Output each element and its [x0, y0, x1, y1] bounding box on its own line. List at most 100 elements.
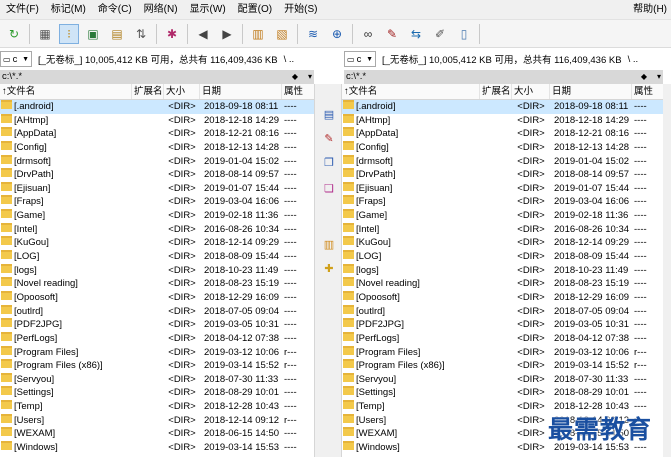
multi-rename-icon[interactable]: ✎	[382, 24, 402, 44]
folder-sync-icon[interactable]: ⇅	[131, 24, 151, 44]
ftp-icon[interactable]: ≋	[303, 24, 323, 44]
file-row[interactable]: [.android] <DIR> 2018-09-18 08:11 ----	[0, 100, 314, 114]
unpack-icon[interactable]: ✱	[162, 24, 182, 44]
menu-item-0[interactable]: 文件(F)	[0, 0, 45, 20]
sync-dirs-icon[interactable]: ⇆	[406, 24, 426, 44]
file-row[interactable]: [AppData] <DIR> 2018-12-21 08:16 ----	[0, 127, 314, 141]
file-row[interactable]: [Program Files (x86)] <DIR> 2019-03-14 15:…	[342, 359, 663, 373]
forward-arrow-icon[interactable]: ▶	[217, 24, 237, 44]
thumbnail-view-icon[interactable]: ▣	[83, 24, 103, 44]
file-row[interactable]: [PerfLogs] <DIR> 2018-04-12 07:38 ----	[342, 331, 663, 346]
file-row[interactable]: [drmsoft] <DIR> 2019-01-04 15:02 ----	[342, 154, 663, 169]
menu-item-5[interactable]: 配置(O)	[232, 0, 278, 20]
unpack-archive-icon[interactable]: ▧	[272, 24, 292, 44]
file-row[interactable]: [AHtmp] <DIR> 2018-12-18 14:29 ----	[342, 113, 663, 128]
menu-item-6[interactable]: 开始(S)	[278, 0, 323, 20]
file-row[interactable]: [KuGou] <DIR> 2018-12-14 09:29 ----	[342, 236, 663, 250]
col-size[interactable]: 大小	[164, 84, 200, 99]
move-icon[interactable]: ❏	[321, 180, 337, 196]
file-row[interactable]: [Intel] <DIR> 2016-08-26 10:34 ----	[0, 222, 314, 237]
file-row[interactable]: [LOG] <DIR> 2018-08-09 15:44 ----	[0, 250, 314, 264]
notepad-icon[interactable]: ▯	[454, 24, 474, 44]
file-row[interactable]: [.android] <DIR> 2018-09-18 08:11 ----	[342, 100, 663, 114]
right-path-bar[interactable]: c:\*.* ◆ ▾	[344, 70, 663, 84]
file-row[interactable]: [Program Files] <DIR> 2019-03-12 10:06 r---	[0, 345, 314, 360]
pack-icon[interactable]: ▥	[321, 236, 337, 252]
folder-compare-icon[interactable]: ▤	[107, 24, 127, 44]
chevron-down-icon[interactable]: ▾	[308, 70, 312, 84]
menu-item-3[interactable]: 网络(N)	[138, 0, 184, 20]
right-file-panel[interactable]: ↑文件名 扩展名 大小 日期 属性 [.android] <DIR> 2018-09…	[342, 84, 663, 457]
file-row[interactable]: [Fraps] <DIR> 2019-03-04 16:06 ----	[342, 195, 663, 209]
file-row[interactable]: [Fraps] <DIR> 2019-03-04 16:06 ----	[0, 195, 314, 209]
col-name[interactable]: ↑文件名	[342, 84, 480, 99]
file-row[interactable]: [Config] <DIR> 2018-12-13 14:28 ----	[342, 140, 663, 155]
file-row[interactable]: [Game] <DIR> 2019-02-18 11:36 ----	[342, 209, 663, 223]
file-row[interactable]: [Ejisuan] <DIR> 2019-01-07 15:44 ----	[342, 181, 663, 196]
col-size[interactable]: 大小	[512, 84, 550, 99]
left-nav-root-up[interactable]: \ ..	[284, 54, 295, 65]
grid-view-icon[interactable]: ▦	[35, 24, 55, 44]
tree-view-icon[interactable]: ⁝	[59, 23, 79, 44]
col-attr[interactable]: 属性	[632, 84, 663, 99]
file-row[interactable]: [Intel] <DIR> 2016-08-26 10:34 ----	[342, 222, 663, 237]
file-row[interactable]: [KuGou] <DIR> 2018-12-14 09:29 ----	[0, 236, 314, 250]
file-row[interactable]: [Config] <DIR> 2018-12-13 14:28 ----	[0, 140, 314, 155]
file-row[interactable]: [Windows] <DIR> 2019-03-14 15:53 ----	[0, 441, 314, 455]
col-attr[interactable]: 属性	[282, 84, 314, 99]
edit-icon[interactable]: ✐	[430, 24, 450, 44]
file-row[interactable]: [Novel reading] <DIR> 2018-08-23 15:19 ----	[0, 277, 314, 291]
col-name[interactable]: ↑文件名	[0, 84, 132, 99]
file-row[interactable]: [Settings] <DIR> 2018-08-29 10:01 ----	[0, 386, 314, 400]
file-row[interactable]: [LOG] <DIR> 2018-08-09 15:44 ----	[342, 250, 663, 264]
refresh-icon[interactable]: ↻	[4, 24, 24, 44]
file-row[interactable]: [outlrd] <DIR> 2018-07-05 09:04 ----	[0, 304, 314, 319]
file-row[interactable]: [DrvPath] <DIR> 2018-08-14 09:57 ----	[0, 168, 314, 182]
right-scrollbar[interactable]	[663, 84, 671, 457]
file-row[interactable]: [Game] <DIR> 2019-02-18 11:36 ----	[0, 209, 314, 223]
col-date[interactable]: 日期	[200, 84, 282, 99]
menu-help[interactable]: 帮助(H)	[633, 0, 667, 20]
left-file-panel[interactable]: ↑文件名 扩展名 大小 日期 属性 [.android] <DIR> 2018-09…	[0, 84, 314, 457]
file-row[interactable]: [Temp] <DIR> 2018-12-28 10:43 ----	[0, 400, 314, 414]
file-row[interactable]: [drmsoft] <DIR> 2019-01-04 15:02 ----	[0, 154, 314, 169]
file-row[interactable]: [Novel reading] <DIR> 2018-08-23 15:19 ----	[342, 277, 663, 291]
right-drive-select[interactable]: ▭ c ▼	[344, 51, 376, 67]
file-row[interactable]: [Program Files] <DIR> 2019-03-12 10:06 r---	[342, 345, 663, 360]
file-row[interactable]: [logs] <DIR> 2018-10-23 11:49 ----	[0, 263, 314, 278]
left-drive-select[interactable]: ▭ c ▼	[0, 51, 32, 67]
file-row[interactable]: [PerfLogs] <DIR> 2018-04-12 07:38 ----	[0, 331, 314, 346]
new-folder-icon[interactable]: ✚	[321, 260, 337, 276]
history-icon[interactable]: ◆	[292, 70, 298, 84]
history-icon[interactable]: ◆	[641, 70, 647, 84]
left-path-bar[interactable]: c:\*.* ◆ ▾	[0, 70, 314, 84]
file-row[interactable]: [Users] <DIR> 2018-12-14 09:12 r---	[0, 413, 314, 428]
file-row[interactable]: [logs] <DIR> 2018-10-23 11:49 ----	[342, 263, 663, 278]
edit-file-icon[interactable]: ✎	[321, 130, 337, 146]
col-ext[interactable]: 扩展名	[132, 84, 164, 99]
file-row[interactable]: [outlrd] <DIR> 2018-07-05 09:04 ----	[342, 304, 663, 319]
file-row[interactable]: [Settings] <DIR> 2018-08-29 10:01 ----	[342, 386, 663, 400]
file-row[interactable]: [WEXAM] <DIR> 2018-06-15 14:50 ----	[0, 427, 314, 441]
file-row[interactable]: [Servyou] <DIR> 2018-07-30 11:33 ----	[342, 372, 663, 387]
file-row[interactable]: [Ejisuan] <DIR> 2019-01-07 15:44 ----	[0, 181, 314, 196]
right-nav-root-up[interactable]: \ ..	[628, 54, 639, 65]
col-ext[interactable]: 扩展名	[480, 84, 512, 99]
pack-icon[interactable]: ▥	[248, 24, 268, 44]
file-row[interactable]: [Program Files (x86)] <DIR> 2019-03-14 15:…	[0, 359, 314, 373]
menu-item-4[interactable]: 显示(W)	[184, 0, 232, 20]
binoculars-icon[interactable]: ∞	[358, 24, 378, 44]
chevron-down-icon[interactable]: ▾	[657, 70, 661, 84]
back-arrow-icon[interactable]: ◀	[193, 24, 213, 44]
file-row[interactable]: [AHtmp] <DIR> 2018-12-18 14:29 ----	[0, 113, 314, 128]
file-row[interactable]: [Servyou] <DIR> 2018-07-30 11:33 ----	[0, 372, 314, 387]
file-row[interactable]: [Opoosoft] <DIR> 2018-12-29 16:09 ----	[342, 290, 663, 305]
file-row[interactable]: [DrvPath] <DIR> 2018-08-14 09:57 ----	[342, 168, 663, 182]
menu-item-2[interactable]: 命令(C)	[92, 0, 138, 20]
menu-item-1[interactable]: 标记(M)	[45, 0, 92, 20]
url-icon[interactable]: ⊕	[327, 24, 347, 44]
col-date[interactable]: 日期	[550, 84, 632, 99]
file-row[interactable]: [Opoosoft] <DIR> 2018-12-29 16:09 ----	[0, 290, 314, 305]
copy-icon[interactable]: ❐	[321, 154, 337, 170]
file-row[interactable]: [PDF2JPG] <DIR> 2019-03-05 10:31 ----	[0, 318, 314, 332]
